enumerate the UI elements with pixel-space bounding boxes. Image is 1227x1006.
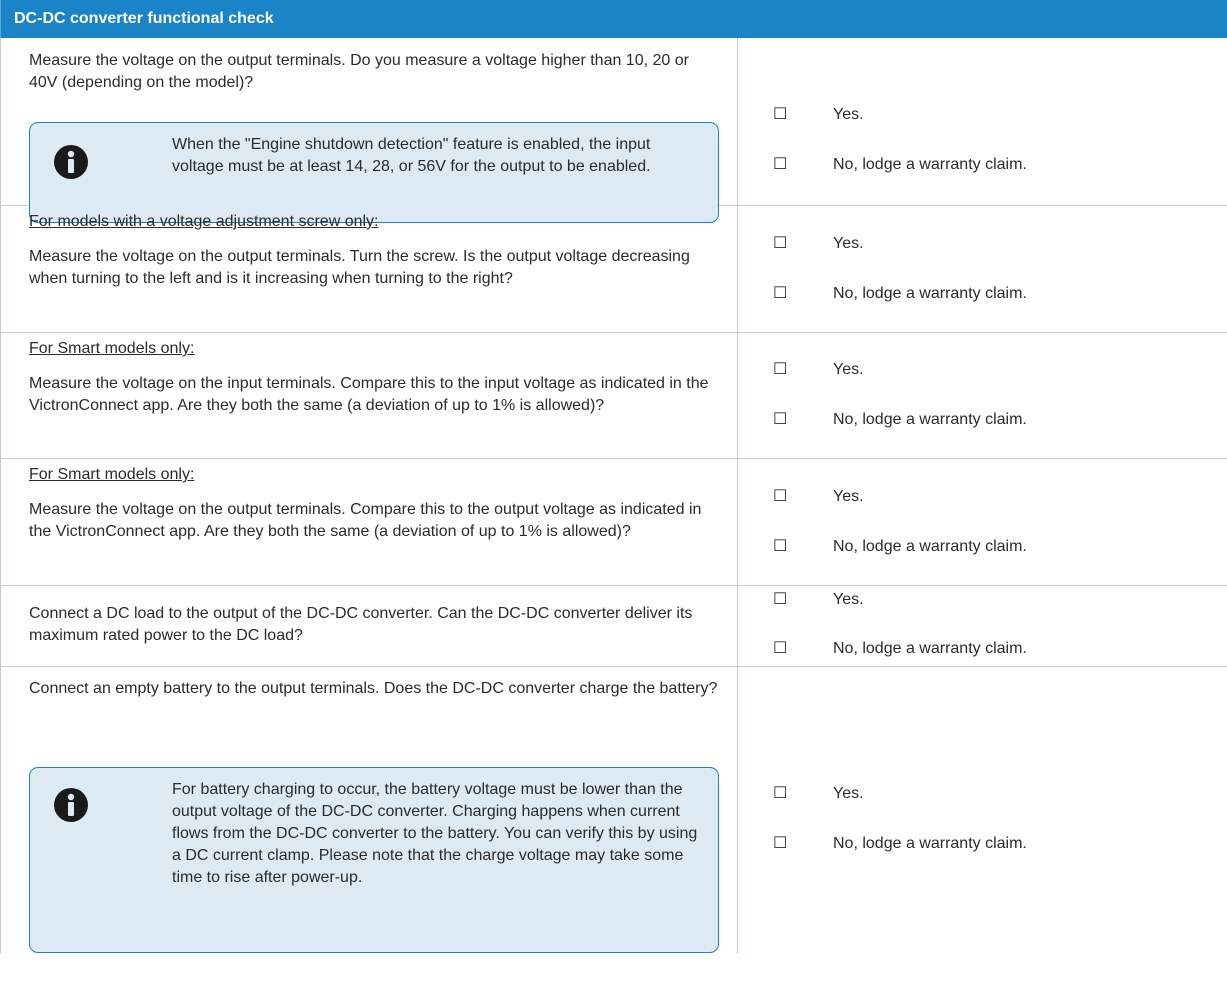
table-row: For Smart models only: Measure the volta… — [0, 459, 1227, 586]
question-text: Measure the voltage on the output termin… — [29, 501, 702, 540]
option-yes[interactable]: ☐ Yes. — [773, 486, 864, 508]
option-no[interactable]: ☐ No, lodge a warranty claim. — [773, 154, 1027, 176]
option-label: Yes. — [833, 785, 864, 802]
question-cell: Measure the voltage on the output termin… — [0, 38, 738, 223]
question-cell: Connect a DC load to the output of the D… — [0, 586, 738, 666]
checkbox[interactable]: ☐ — [773, 359, 788, 381]
option-label: No, lodge a warranty claim. — [833, 835, 1027, 852]
option-no[interactable]: ☐ No, lodge a warranty claim. — [773, 409, 1027, 431]
option-no[interactable]: ☐ No, lodge a warranty claim. — [773, 536, 1027, 558]
question-cell: For Smart models only: Measure the volta… — [0, 333, 738, 458]
checkbox[interactable]: ☐ — [773, 154, 788, 176]
checkbox[interactable]: ☐ — [773, 783, 788, 805]
option-yes[interactable]: ☐ Yes. — [773, 359, 864, 381]
answer-cell: ☐ Yes. ☐ No, lodge a warranty claim. — [738, 459, 1227, 585]
checkbox[interactable]: ☐ — [773, 233, 788, 255]
question-text: Connect an empty battery to the output t… — [29, 680, 718, 697]
option-label: No, lodge a warranty claim. — [833, 285, 1027, 302]
question-cell: For models with a voltage adjustment scr… — [0, 206, 738, 332]
row-subtitle: For models with a voltage adjustment scr… — [29, 213, 379, 230]
question-cell: Connect an empty battery to the output t… — [0, 667, 738, 953]
note-text: For battery charging to occur, the batte… — [172, 781, 698, 886]
row-subtitle: For Smart models only: — [29, 466, 195, 483]
option-yes[interactable]: ☐ Yes. — [773, 233, 864, 255]
checkbox[interactable]: ☐ — [773, 833, 788, 855]
checkbox[interactable]: ☐ — [773, 104, 788, 126]
checkbox[interactable]: ☐ — [773, 486, 788, 508]
checkbox[interactable]: ☐ — [773, 589, 788, 611]
option-no[interactable]: ☐ No, lodge a warranty claim. — [773, 283, 1027, 305]
option-label: No, lodge a warranty claim. — [833, 640, 1027, 657]
info-icon — [54, 145, 88, 179]
table-row: For Smart models only: Measure the volta… — [0, 333, 1227, 459]
option-label: Yes. — [833, 235, 864, 252]
option-yes[interactable]: ☐ Yes. — [773, 589, 864, 611]
table-row: Connect an empty battery to the output t… — [0, 667, 1227, 953]
answer-cell: ☐ Yes. ☐ No, lodge a warranty claim. — [738, 333, 1227, 458]
option-label: Yes. — [833, 106, 864, 123]
table-row: For models with a voltage adjustment scr… — [0, 206, 1227, 333]
answer-cell: ☐ Yes. ☐ No, lodge a warranty claim. — [738, 38, 1227, 205]
checkbox[interactable]: ☐ — [773, 409, 788, 431]
checkbox[interactable]: ☐ — [773, 638, 788, 660]
answer-cell: ☐ Yes. ☐ No, lodge a warranty claim. — [738, 667, 1227, 953]
question-text: Measure the voltage on the output termin… — [29, 248, 690, 287]
option-label: No, lodge a warranty claim. — [833, 156, 1027, 173]
answer-cell: ☐ Yes. ☐ No, lodge a warranty claim. — [738, 206, 1227, 332]
option-no[interactable]: ☐ No, lodge a warranty claim. — [773, 638, 1027, 660]
option-yes[interactable]: ☐ Yes. — [773, 783, 864, 805]
question-text: Measure the voltage on the input termina… — [29, 375, 709, 414]
option-label: Yes. — [833, 591, 864, 608]
option-yes[interactable]: ☐ Yes. — [773, 104, 864, 126]
question-text: Connect a DC load to the output of the D… — [29, 605, 693, 644]
answer-cell: ☐ Yes. ☐ No, lodge a warranty claim. — [738, 586, 1227, 666]
row-subtitle: For Smart models only: — [29, 340, 195, 357]
option-label: Yes. — [833, 361, 864, 378]
table-header: DC-DC converter functional check — [0, 0, 1227, 38]
option-label: No, lodge a warranty claim. — [833, 538, 1027, 555]
table-row: Connect a DC load to the output of the D… — [0, 586, 1227, 667]
option-no[interactable]: ☐ No, lodge a warranty claim. — [773, 833, 1027, 855]
option-label: Yes. — [833, 488, 864, 505]
functional-check-table: DC-DC converter functional check Measure… — [0, 0, 1227, 953]
question-cell: For Smart models only: Measure the volta… — [0, 459, 738, 585]
table-row: Measure the voltage on the output termin… — [0, 38, 1227, 223]
checkbox[interactable]: ☐ — [773, 536, 788, 558]
question-text: Measure the voltage on the output termin… — [29, 52, 689, 91]
info-note: For battery charging to occur, the batte… — [29, 767, 719, 953]
checkbox[interactable]: ☐ — [773, 283, 788, 305]
info-icon — [54, 788, 88, 822]
note-text: When the "Engine shutdown detection" fea… — [172, 136, 651, 175]
option-label: No, lodge a warranty claim. — [833, 411, 1027, 428]
